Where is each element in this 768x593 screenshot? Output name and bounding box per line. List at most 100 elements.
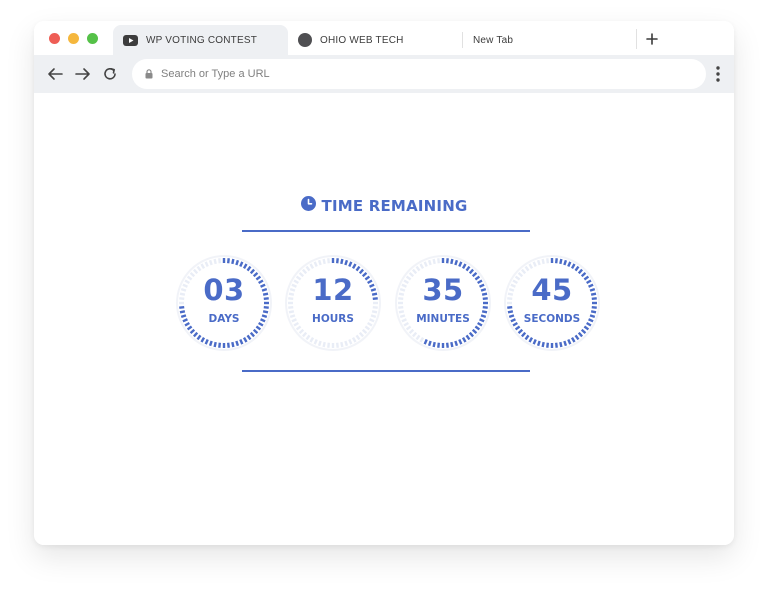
clock-icon <box>300 196 316 216</box>
forward-button[interactable] <box>72 63 94 85</box>
ring-tick <box>398 305 404 309</box>
plus-icon <box>645 33 658 45</box>
page-content: TIME REMAINING 03 DAYS 12 HOURS 35 MINUT… <box>34 93 734 545</box>
ring-tick <box>317 259 322 266</box>
countdown-value: 12 <box>312 273 354 307</box>
ring-tick <box>208 259 213 266</box>
ring-tick <box>226 258 230 264</box>
tab-label: OHIO WEB TECH <box>320 34 404 46</box>
ring-tick <box>317 340 322 347</box>
ring-tick <box>437 342 441 348</box>
ring-tick <box>213 258 217 265</box>
ring-tick <box>507 305 513 309</box>
tab-wp-voting-contest[interactable]: WP VOTING CONTEST <box>113 25 288 55</box>
close-window-button[interactable] <box>49 33 60 44</box>
tab-ohio-web-tech[interactable]: OHIO WEB TECH <box>296 25 461 55</box>
countdown-label: DAYS <box>208 313 240 325</box>
ring-tick <box>536 340 541 347</box>
ring-tick <box>235 340 240 347</box>
ring-tick <box>541 258 545 265</box>
ring-tick <box>554 258 558 264</box>
countdown-days: 03 DAYS <box>172 251 276 355</box>
minimize-window-button[interactable] <box>68 33 79 44</box>
url-input[interactable] <box>161 68 661 80</box>
back-arrow-icon <box>48 68 63 80</box>
countdown-label: HOURS <box>312 313 354 325</box>
ring-tick <box>179 305 185 309</box>
ring-tick <box>344 340 349 347</box>
ring-tick <box>432 341 436 348</box>
ring-tick <box>340 258 344 265</box>
ring-tick <box>427 340 432 347</box>
ring-tick <box>450 341 454 348</box>
countdown-seconds: 45 SECONDS <box>500 251 604 355</box>
ring-tick <box>445 258 449 264</box>
ring-tick <box>559 258 563 265</box>
countdown-timer: 03 DAYS 12 HOURS 35 MINUTES 45 SECONDS <box>172 251 602 355</box>
ring-tick <box>445 342 449 348</box>
ring-tick <box>322 258 326 265</box>
countdown-label: MINUTES <box>416 313 470 325</box>
ring-tick <box>427 259 432 266</box>
reload-icon <box>104 67 116 80</box>
lock-icon <box>145 69 153 79</box>
ring-tick <box>563 259 568 266</box>
ring-tick <box>454 340 459 347</box>
ring-tick <box>344 259 349 266</box>
forward-arrow-icon <box>75 68 90 80</box>
ring-tick <box>450 258 454 265</box>
ring-tick <box>546 342 550 348</box>
ring-tick <box>218 342 222 348</box>
ring-tick <box>231 341 235 348</box>
countdown-minutes: 35 MINUTES <box>391 251 495 355</box>
ring-tick <box>554 342 558 348</box>
ring-tick <box>327 258 331 264</box>
ring-tick <box>340 341 344 348</box>
tab-bar: WP VOTING CONTEST OHIO WEB TECH New Tab <box>34 21 734 55</box>
ring-tick <box>536 259 541 266</box>
address-bar[interactable] <box>132 59 706 89</box>
tab-new-tab[interactable]: New Tab <box>462 32 634 48</box>
tab-label: WP VOTING CONTEST <box>146 34 257 46</box>
ring-tick <box>437 258 441 264</box>
tab-label: New Tab <box>473 34 514 46</box>
ring-tick <box>335 342 339 348</box>
new-tab-button[interactable] <box>636 29 666 49</box>
zoom-window-button[interactable] <box>87 33 98 44</box>
ring-tick <box>546 258 550 264</box>
countdown-label: SECONDS <box>523 313 581 325</box>
ring-tick <box>288 305 294 309</box>
countdown-value: 03 <box>203 273 245 307</box>
reload-button[interactable] <box>99 63 121 85</box>
more-menu-icon <box>716 66 720 82</box>
ring-tick <box>213 341 217 348</box>
divider-top <box>242 230 530 232</box>
ring-tick <box>432 258 436 265</box>
ring-tick <box>335 258 339 264</box>
more-menu-button[interactable] <box>712 64 724 84</box>
countdown-heading: TIME REMAINING <box>34 196 734 216</box>
ring-tick <box>591 305 597 309</box>
countdown-hours: 12 HOURS <box>281 251 385 355</box>
circle-favicon-icon <box>298 33 312 47</box>
countdown-value: 45 <box>531 273 573 307</box>
ring-tick <box>231 258 235 265</box>
ring-tick <box>559 341 563 348</box>
divider-bottom <box>242 370 530 372</box>
ring-tick <box>372 305 378 309</box>
ring-tick <box>541 341 545 348</box>
ring-tick <box>454 259 459 266</box>
back-button[interactable] <box>44 63 66 85</box>
ring-tick <box>218 258 222 264</box>
ring-tick <box>563 340 568 347</box>
browser-window: WP VOTING CONTEST OHIO WEB TECH New Tab <box>34 21 734 545</box>
ring-tick <box>327 342 331 348</box>
ring-tick <box>263 305 269 309</box>
ring-tick <box>482 305 488 309</box>
ring-tick <box>226 342 230 348</box>
youtube-icon <box>123 34 138 46</box>
ring-tick <box>322 341 326 348</box>
countdown-value: 35 <box>422 273 464 307</box>
countdown-title: TIME REMAINING <box>321 197 468 215</box>
ring-tick <box>208 340 213 347</box>
